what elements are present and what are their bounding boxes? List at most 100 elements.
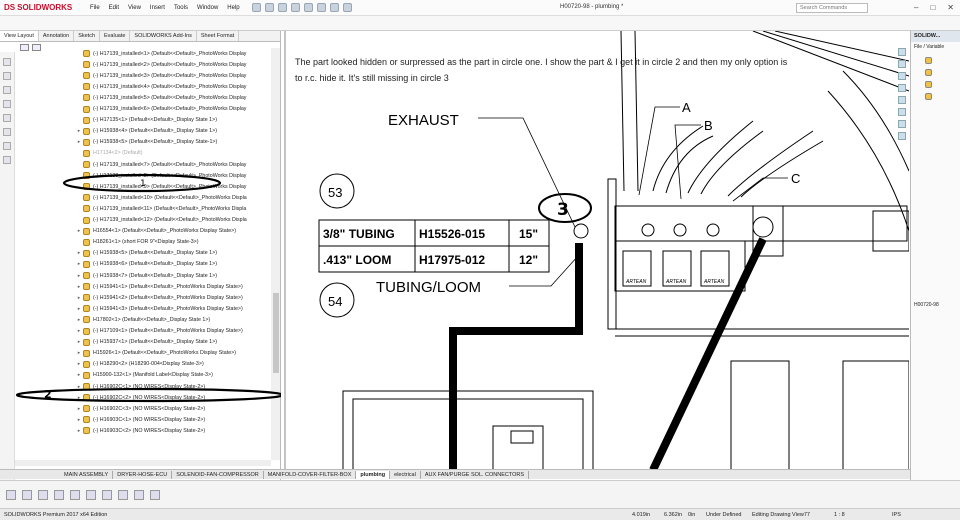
menu-file[interactable]: File	[90, 5, 100, 11]
sheet-tab[interactable]: MANIFOLD-COVER-FILTER-BOX	[264, 470, 357, 479]
tree-item[interactable]: (-) H17139_installed<7> (Default<<Defaul…	[75, 159, 246, 170]
tree-item[interactable]: ▸ (-) H18290<2> (H18290-004<Display State…	[75, 359, 204, 370]
tool-icon[interactable]	[86, 489, 96, 500]
options-icon[interactable]	[342, 3, 352, 12]
tree-item[interactable]: ▸ H15926<1> (Default<<Default>_PhotoWorks…	[75, 348, 236, 359]
tab-view-layout[interactable]: View Layout	[0, 31, 39, 41]
tree-item[interactable]: ▸ H17802<1> (Default<<Default>_Display St…	[75, 314, 210, 325]
tool-icon[interactable]	[3, 156, 11, 164]
new-icon[interactable]	[251, 3, 261, 12]
tree-item[interactable]: ▸ (-) H16903C<2> (NO WIRES<Display State-…	[75, 425, 205, 436]
tree-item[interactable]: H18261<1> (short FOR 9"<Display State-3>…	[75, 237, 199, 248]
tool-icon[interactable]	[3, 114, 11, 122]
tool-icon[interactable]	[3, 72, 11, 80]
menu-edit[interactable]: Edit	[109, 5, 119, 11]
tool-icon[interactable]	[134, 489, 144, 500]
expand-arrow-icon[interactable]: ▸	[75, 328, 83, 334]
expand-arrow-icon[interactable]: ▸	[75, 350, 83, 356]
expand-arrow-icon[interactable]: ▸	[75, 306, 83, 312]
tree-item[interactable]: ▸ H16554<1> (Default<<Default>_PhotoWorks…	[75, 226, 236, 237]
tool-icon[interactable]	[54, 489, 64, 500]
expand-arrow-icon[interactable]: ▸	[75, 395, 83, 401]
task-icon[interactable]	[898, 132, 906, 140]
tab-evaluate[interactable]: Evaluate	[100, 31, 131, 41]
tool-icon[interactable]	[102, 489, 112, 500]
tree-item[interactable]: ▸ (-) H15941<3> (Default<<Default>_PhotoW…	[75, 303, 243, 314]
sheet-tab[interactable]: AUX FAN/PURGE SOL. CONNECTORS	[421, 470, 530, 479]
tree-item[interactable]: (-) H17139_installed<9> (Default<<Defaul…	[75, 181, 246, 192]
tree-item[interactable]: ▸ (-) H17109<1> (Default<<Default>_PhotoW…	[75, 326, 243, 337]
open-icon[interactable]	[264, 3, 274, 12]
tree-scrollbar[interactable]	[271, 48, 280, 460]
tree-scrollbar-thumb[interactable]	[273, 293, 279, 373]
expand-arrow-icon[interactable]: ▸	[75, 384, 83, 390]
sheet-tab[interactable]: SOLENOID-FAN-COMPRESSOR	[172, 470, 264, 479]
select-icon[interactable]	[316, 3, 326, 12]
expand-arrow-icon[interactable]: ▸	[75, 317, 83, 323]
undo-icon[interactable]	[303, 3, 313, 12]
tree-item[interactable]: ▸ (-) H15938<7> (Default<<Default>_Displa…	[75, 270, 217, 281]
tree-item-icon[interactable]	[925, 81, 932, 88]
tree-item[interactable]: ▸ (-) H15937<1> (Default<<Default>_Displa…	[75, 337, 217, 348]
save-icon[interactable]	[277, 3, 287, 12]
tool-icon[interactable]	[3, 58, 11, 66]
minimize-icon[interactable]: –	[914, 3, 918, 12]
tool-icon[interactable]	[3, 86, 11, 94]
status-scale[interactable]: 1 : 8	[834, 512, 845, 518]
status-units[interactable]: IPS	[892, 512, 901, 518]
tree-item[interactable]: (-) H17135<1> (Default<<Default>_Display…	[75, 115, 217, 126]
sheet-tab[interactable]: electrical	[390, 470, 421, 479]
tree-item[interactable]: (-) H17139_installed<1> (Default<<Defaul…	[75, 48, 246, 59]
menu-view[interactable]: View	[128, 5, 141, 11]
expand-arrow-icon[interactable]: ▸	[75, 261, 83, 267]
task-icon[interactable]	[898, 120, 906, 128]
expand-arrow-icon[interactable]: ▸	[75, 361, 83, 367]
maximize-icon[interactable]: □	[930, 3, 935, 12]
tree-item[interactable]: ▸ H15900-132<1> (Manifold Label<Display S…	[75, 370, 213, 381]
tree-item[interactable]: ▸ (-) H15938<5> (Default<<Default>_Displa…	[75, 137, 217, 148]
tab-annotation[interactable]: Annotation	[39, 31, 75, 41]
menu-insert[interactable]: Insert	[150, 5, 165, 11]
task-icon[interactable]	[898, 84, 906, 92]
expand-arrow-icon[interactable]: ▸	[75, 428, 83, 434]
tree-item-icon[interactable]	[925, 93, 932, 100]
expand-arrow-icon[interactable]: ▸	[75, 339, 83, 345]
task-icon[interactable]	[898, 48, 906, 56]
task-icon[interactable]	[898, 60, 906, 68]
tree-item[interactable]: ▸ (-) H15941<1> (Default<<Default>_PhotoW…	[75, 281, 243, 292]
expand-arrow-icon[interactable]: ▸	[75, 228, 83, 234]
tool-icon[interactable]	[3, 142, 11, 150]
tree-item[interactable]: ▸ (-) H16902C<1> (NO WIRES<Display State-…	[75, 381, 205, 392]
tool-icon[interactable]	[150, 489, 160, 500]
tool-icon[interactable]	[22, 489, 32, 500]
task-icon[interactable]	[898, 72, 906, 80]
expand-arrow-icon[interactable]: ▸	[75, 417, 83, 423]
tree-item[interactable]: (-) H17139_installed<11> (Default<<Defau…	[75, 203, 246, 214]
task-icon[interactable]	[898, 108, 906, 116]
menu-help[interactable]: Help	[227, 5, 239, 11]
sheet-tab[interactable]: plumbing	[356, 470, 391, 479]
sheet-tab[interactable]: MAIN ASSEMBLY	[60, 470, 114, 479]
tab-addins[interactable]: SOLIDWORKS Add-Ins	[130, 31, 197, 41]
tool-icon[interactable]	[3, 100, 11, 108]
tree-item[interactable]: (-) H17139_installed<3> (Default<<Defaul…	[75, 70, 246, 81]
search-commands-input[interactable]: Search Commands	[796, 3, 868, 13]
tab-sketch[interactable]: Sketch	[74, 31, 101, 41]
expand-arrow-icon[interactable]: ▸	[75, 250, 83, 256]
tree-item[interactable]: ▸ (-) H16902C<2> (NO WIRES<Display State-…	[75, 392, 205, 403]
expand-arrow-icon[interactable]: ▸	[75, 372, 83, 378]
menu-window[interactable]: Window	[197, 5, 218, 11]
tree-item[interactable]: ▸ (-) H15941<2> (Default<<Default>_PhotoW…	[75, 292, 243, 303]
tree-item[interactable]: (-) H17139_installed<8> (Default<<Defaul…	[75, 170, 246, 181]
tab-sheet-format[interactable]: Sheet Format	[197, 31, 240, 41]
tree-item[interactable]: ▸ (-) H16903C<1> (NO WIRES<Display State-…	[75, 414, 205, 425]
sheet-tab[interactable]: DRYER-HOSE-ECU	[113, 470, 173, 479]
task-icon[interactable]	[898, 96, 906, 104]
expand-arrow-icon[interactable]: ▸	[75, 273, 83, 279]
tree-item[interactable]: ▸ (-) H15938<5> (Default<<Default>_Displa…	[75, 248, 217, 259]
tree-horizontal-scrollbar[interactable]	[15, 460, 271, 466]
tool-icon[interactable]	[6, 489, 16, 500]
tree-item[interactable]: (-) H17139_installed<4> (Default<<Defaul…	[75, 81, 246, 92]
tree-item[interactable]: ▸ (-) H15938<4> (Default<<Default>_Displa…	[75, 126, 217, 137]
tree-item[interactable]: ▸ (-) H16902C<3> (NO WIRES<Display State-…	[75, 403, 205, 414]
